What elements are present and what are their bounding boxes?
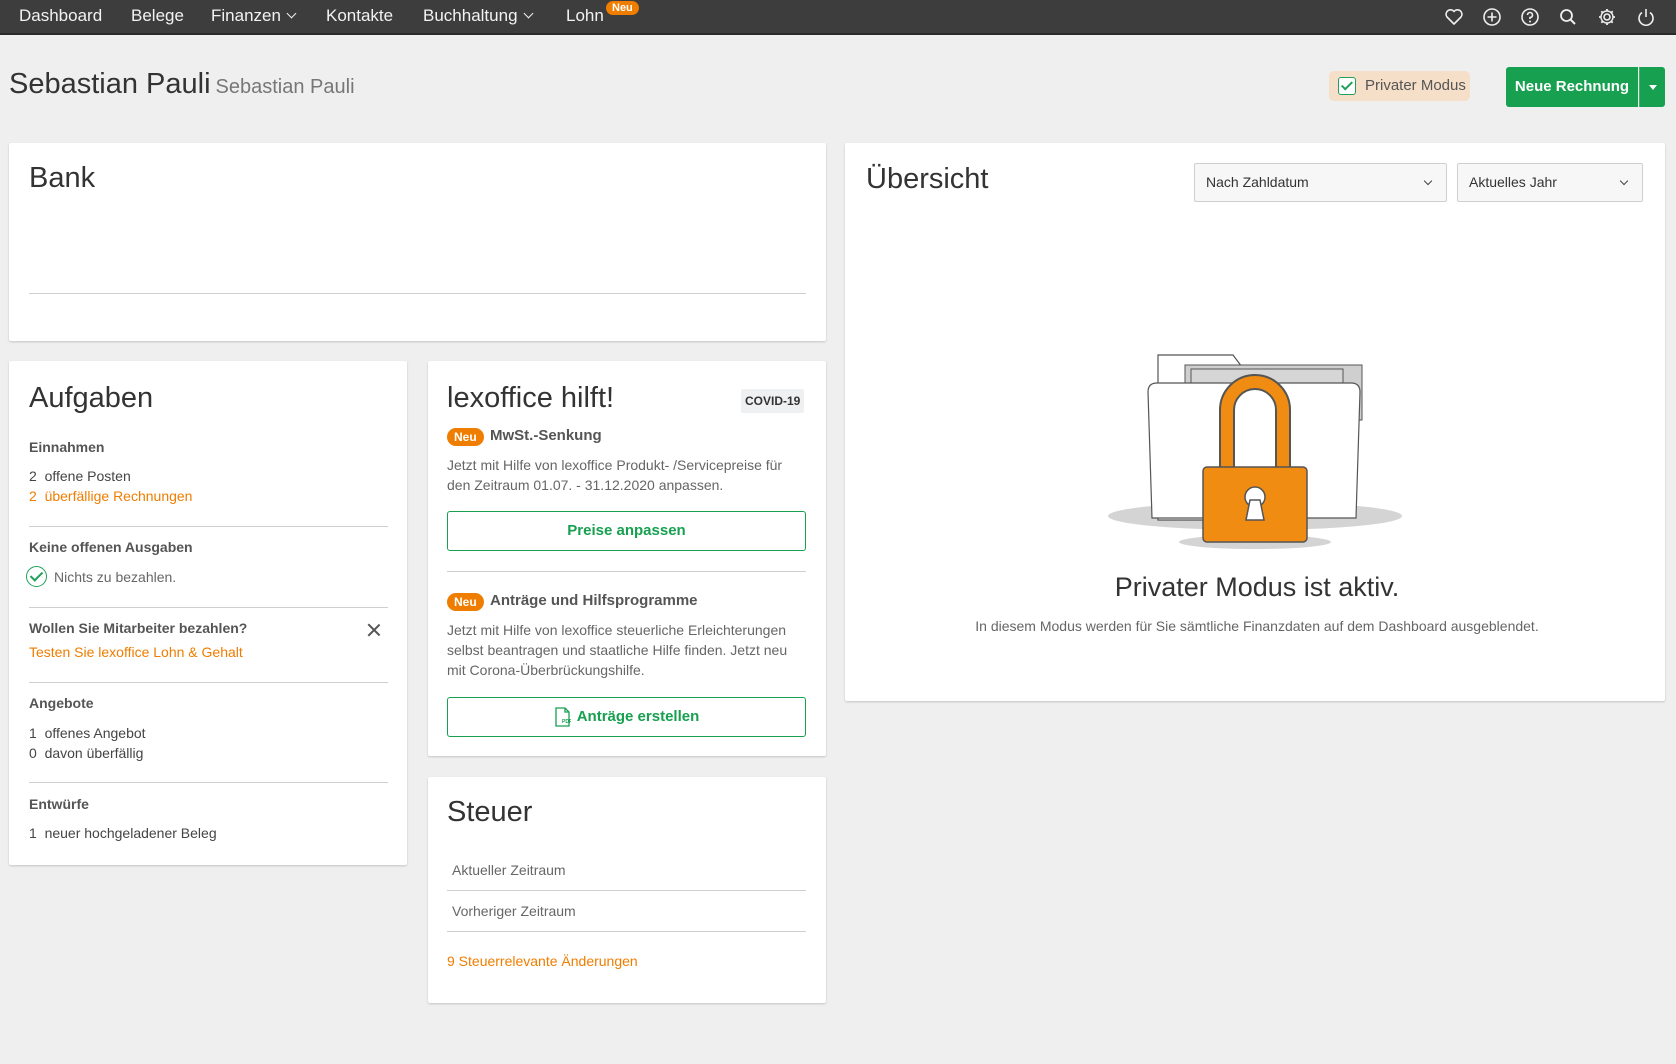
overdue-offer-line[interactable]: 0 davon überfällig [29,745,143,761]
divider [447,931,806,932]
check-circle-icon [26,566,47,587]
tax-current-period[interactable]: Aktueller Zeitraum [452,862,566,878]
new-invoice-dropdown-button[interactable] [1639,67,1665,107]
bank-card: Bank [9,143,826,341]
nav-buchhaltung[interactable]: Buchhaltung [423,6,533,26]
page-title: Sebastian Pauli Sebastian Pauli [9,68,355,101]
private-mode-toggle[interactable]: Privater Modus [1329,71,1470,101]
overdue-offer-label: davon überfällig [44,745,144,761]
help-icon[interactable] [1520,7,1540,27]
locked-folder-illustration [1108,354,1402,549]
page-title-text: Sebastian Pauli [9,68,211,100]
divider [29,293,806,294]
adjust-prices-button[interactable]: Preise anpassen [447,511,806,551]
tasks-title: Aufgaben [29,382,154,414]
overdue-offer-count: 0 [29,745,37,761]
chevron-down-icon [523,8,533,19]
open-items-line[interactable]: 2 offene Posten [29,468,131,484]
covid-tag: COVID-19 [741,389,805,413]
open-items-label: offene Posten [44,468,131,484]
tax-card: Steuer Aktueller Zeitraum Vorheriger Zei… [428,777,826,1003]
new-badge: Neu [447,593,484,611]
drafts-label: neuer hochgeladener Beleg [44,825,217,841]
divider [29,782,388,783]
chevron-down-icon [286,8,297,19]
new-invoice-button[interactable]: Neue Rechnung [1506,67,1638,107]
divider [447,890,806,891]
overview-title: Übersicht [866,163,989,195]
create-applications-button[interactable]: PDF Anträge erstellen [447,697,806,737]
nav-belege[interactable]: Belege [131,6,184,26]
drafts-count: 1 [29,825,37,841]
drafts-line[interactable]: 1 neuer hochgeladener Beleg [29,825,217,841]
applications-text: Jetzt mit Hilfe von lexoffice steuerlich… [447,622,788,678]
divider [29,607,388,608]
checkbox-checked-icon [1338,77,1356,95]
offers-section-title: Angebote [29,695,94,711]
employees-section-title: Wollen Sie Mitarbeiter bezahlen? [29,620,248,636]
plus-circle-icon[interactable] [1482,7,1502,27]
private-mode-title: Privater Modus ist aktiv. [1114,572,1400,602]
power-icon[interactable] [1636,7,1656,27]
nav-kontakte[interactable]: Kontakte [326,6,393,26]
nav-lohn[interactable]: Lohn [566,6,604,26]
divider [29,526,388,527]
help-card: lexoffice hilft! COVID-19 Neu MwSt.-Senk… [428,361,826,756]
expenses-section-title: Keine offenen Ausgaben [29,539,193,555]
gear-icon[interactable] [1597,7,1617,27]
date-filter-select[interactable]: Nach Zahldatum [1194,163,1447,202]
open-offer-count: 1 [29,725,37,741]
private-mode-label: Privater Modus [1365,77,1466,94]
vat-reduction-title: MwSt.-Senkung [490,427,602,444]
nav-buchhaltung-label: Buchhaltung [423,6,518,25]
open-offer-label: offenes Angebot [44,725,146,741]
page-subtitle: Sebastian Pauli [215,76,355,98]
applications-title: Anträge und Hilfsprogramme [490,592,698,609]
nav-belege-label: Belege [131,6,184,25]
open-offer-line[interactable]: 1 offenes Angebot [29,725,146,741]
search-icon[interactable] [1558,7,1578,27]
income-section-title: Einnahmen [29,439,105,455]
vat-reduction-text: Jetzt mit Hilfe von lexoffice Produkt- /… [447,457,783,493]
period-filter-value: Aktuelles Jahr [1469,174,1557,190]
divider [29,682,388,683]
expenses-status: Nichts zu bezahlen. [54,569,177,585]
heart-icon[interactable] [1444,7,1464,27]
period-filter-select[interactable]: Aktuelles Jahr [1457,163,1643,202]
private-mode-description: In diesem Modus werden für Sie sämtliche… [975,618,1539,634]
payroll-trial-link[interactable]: Testen Sie lexoffice Lohn & Gehalt [29,644,243,660]
nav-finanzen[interactable]: Finanzen [211,6,297,26]
nav-dashboard[interactable]: Dashboard [19,6,102,26]
chevron-down-icon [1423,176,1433,186]
nav-dashboard-label: Dashboard [19,6,103,25]
divider [447,571,806,572]
tax-previous-period[interactable]: Vorheriger Zeitraum [452,903,576,919]
tax-title: Steuer [447,796,533,828]
create-applications-label: Anträge erstellen [576,708,700,725]
nav-lohn-new-badge: Neu [606,1,639,15]
drafts-section-title: Entwürfe [29,796,89,812]
top-navigation: Dashboard Belege Finanzen Kontakte Buchh… [0,0,1676,35]
tasks-card: Aufgaben Einnahmen 2 offene Posten 2 übe… [9,361,407,865]
nav-kontakte-label: Kontakte [326,6,394,25]
help-title: lexoffice hilft! [447,382,615,414]
overdue-invoices-link[interactable]: 2 überfällige Rechnungen [29,488,192,504]
open-items-count: 2 [29,468,37,484]
nav-lohn-label: Lohn [566,6,604,25]
new-badge: Neu [447,428,484,446]
tax-changes-link[interactable]: 9 Steuerrelevante Änderungen [447,953,638,969]
nav-finanzen-label: Finanzen [211,6,281,25]
overdue-invoices-count: 2 [29,488,37,504]
date-filter-value: Nach Zahldatum [1206,174,1309,190]
chevron-down-icon [1619,176,1629,186]
bank-title: Bank [29,162,96,194]
svg-text:PDF: PDF [562,719,571,725]
pdf-file-icon: PDF [555,707,571,727]
overdue-invoices-label: überfällige Rechnungen [44,488,193,504]
close-icon[interactable] [366,622,382,638]
